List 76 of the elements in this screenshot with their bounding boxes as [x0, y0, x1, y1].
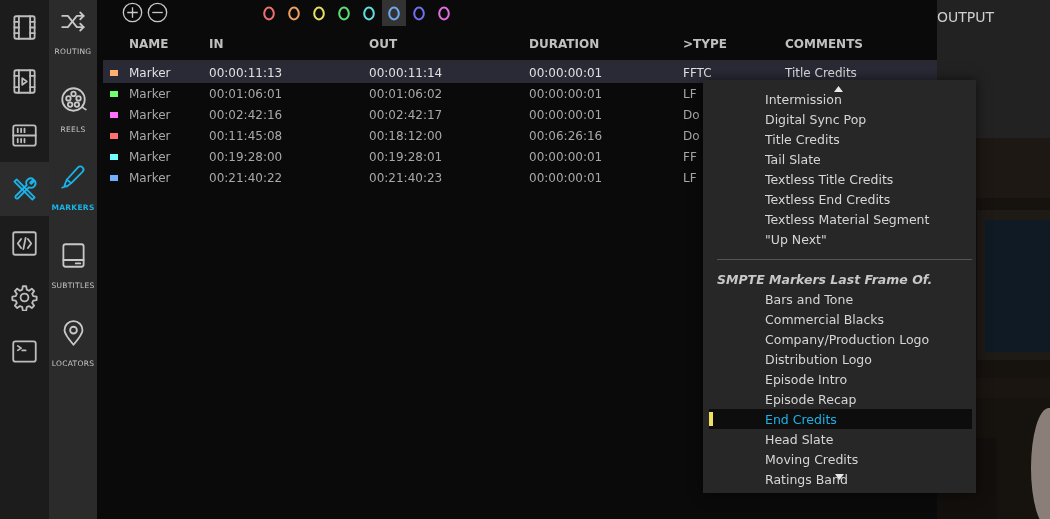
remove-button[interactable] [147, 2, 169, 24]
menu-item[interactable]: "Up Next" [709, 229, 972, 249]
table-cell: Marker [129, 86, 171, 101]
film-reel-icon [59, 86, 87, 113]
table-cell: Marker [129, 149, 171, 164]
film-icon [11, 13, 38, 41]
table-cell: 00:00:00:01 [529, 107, 603, 122]
table-cell: 00:00:00:01 [529, 170, 603, 185]
table-cell: Marker [129, 107, 171, 122]
table-cell: 00:19:28:00 [209, 149, 283, 164]
menu-item[interactable]: Bars and Tone [709, 289, 972, 309]
film-play-icon [11, 67, 38, 95]
table-cell: 00:00:11:14 [369, 65, 443, 80]
menu-item[interactable]: Textless End Credits [709, 189, 972, 209]
menu-item[interactable]: Head Slate [709, 429, 972, 449]
column-header[interactable]: IN [209, 37, 224, 51]
minus-icon [147, 2, 168, 23]
scroll-down-icon[interactable] [835, 474, 844, 480]
menu-item[interactable]: Textless Material Segment [709, 209, 972, 229]
table-cell: 00:11:45:08 [209, 128, 283, 143]
table-cell: 00:02:42:16 [209, 107, 283, 122]
table-cell: 00:01:06:01 [209, 86, 283, 101]
panels-icon [11, 121, 38, 149]
menu-item[interactable]: Ratings Band [709, 469, 972, 489]
settings-icon [11, 283, 38, 311]
menu-item[interactable]: Commercial Blacks [709, 309, 972, 329]
table-cell: LF [683, 86, 697, 101]
table-cell: 00:02:42:17 [369, 107, 443, 122]
table-cell: FF [683, 149, 697, 164]
menu-item[interactable]: Episode Recap [709, 389, 972, 409]
menu-item[interactable]: Distribution Logo [709, 349, 972, 369]
menu-section-header: SMPTE Markers Last Frame Of. [716, 270, 934, 289]
table-cell: 00:00:00:01 [529, 86, 603, 101]
table-cell: Marker [129, 65, 171, 80]
menu-item[interactable]: Episode Intro [709, 369, 972, 389]
table-cell: 00:01:06:02 [369, 86, 443, 101]
column-header[interactable]: COMMENTS [785, 37, 863, 51]
table-cell: 00:00:11:13 [209, 65, 283, 80]
menu-item[interactable]: Moving Credits [709, 449, 972, 469]
terminal-icon [11, 337, 38, 365]
table-cell: FFTC [683, 65, 712, 80]
column-header[interactable]: >TYPE [683, 37, 727, 51]
table-cell: Do [683, 128, 700, 143]
add-button[interactable] [122, 2, 144, 24]
table-cell: 00:21:40:23 [369, 170, 443, 185]
table-cell: Do [683, 107, 700, 122]
marker-pen-icon [59, 164, 87, 191]
tools-icon [11, 175, 38, 203]
column-header[interactable]: DURATION [529, 37, 600, 51]
menu-item[interactable]: End Credits [709, 409, 972, 429]
table-row[interactable]: Marker 00:00:11:13 00:00:11:14 00:00:00:01 FFTC Title Credits [103, 62, 937, 83]
selection-bar [709, 412, 713, 426]
table-cell: Marker [129, 170, 171, 185]
table-cell: Title Credits [785, 65, 857, 80]
table-cell: Marker [129, 128, 171, 143]
scroll-up-icon[interactable] [834, 86, 843, 92]
column-header[interactable]: OUT [369, 37, 398, 51]
menu-item[interactable]: Textless Title Credits [709, 169, 972, 189]
menu-item[interactable]: Tail Slate [709, 149, 972, 169]
plus-icon [122, 2, 143, 23]
table-cell: 00:19:28:01 [369, 149, 443, 164]
menu-item[interactable]: Title Credits [709, 129, 972, 149]
subtitles-icon [59, 242, 87, 269]
table-cell: 00:18:12:00 [369, 128, 443, 143]
table-cell: 00:00:00:01 [529, 149, 603, 164]
panel-title: OUTPUT [937, 8, 996, 27]
code-icon [11, 229, 38, 257]
color-filter[interactable] [382, 0, 406, 26]
table-cell: 00:21:40:22 [209, 170, 283, 185]
table-cell: 00:00:00:01 [529, 65, 603, 80]
table-cell: 00:06:26:16 [529, 128, 603, 143]
menu-item[interactable]: Intermission [709, 89, 972, 109]
menu-item[interactable]: Digital Sync Pop [709, 109, 972, 129]
column-header[interactable]: NAME [129, 37, 169, 51]
table-cell: LF [683, 170, 697, 185]
menu-item[interactable]: Company/Production Logo [709, 329, 972, 349]
